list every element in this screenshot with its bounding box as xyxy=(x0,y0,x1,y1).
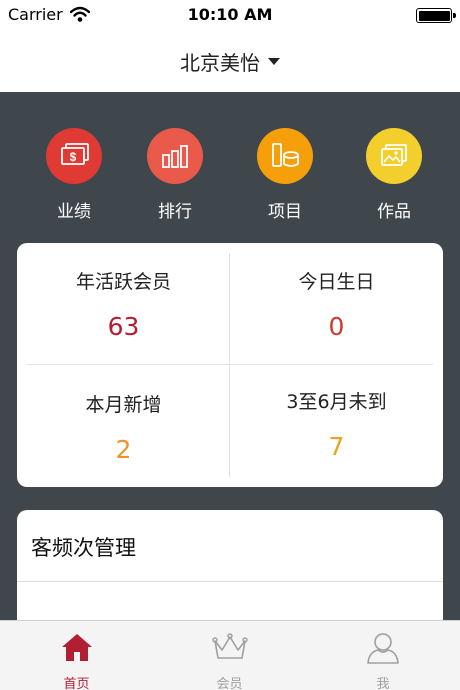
divider xyxy=(17,581,443,582)
wifi-icon xyxy=(69,6,91,26)
home-icon xyxy=(60,631,94,667)
stat-value: 7 xyxy=(328,432,345,461)
shortcut-label: 项目 xyxy=(268,202,302,222)
stat-label: 今日生日 xyxy=(298,271,375,293)
card-title: 客频次管理 xyxy=(31,536,136,560)
stat-value: 0 xyxy=(328,312,345,341)
svg-text:$: $ xyxy=(70,150,77,164)
stat-label: 本月新增 xyxy=(85,394,162,416)
shortcut-projects[interactable]: 项目 xyxy=(245,128,325,222)
stat-absent-3-6-months[interactable]: 3至6月未到 7 xyxy=(230,387,443,461)
cosmetics-icon xyxy=(257,128,313,184)
bar-chart-icon xyxy=(147,128,203,184)
status-time: 10:10 AM xyxy=(187,5,273,24)
money-icon: $ xyxy=(46,128,102,184)
tab-label: 会员 xyxy=(216,677,243,690)
tab-label: 首页 xyxy=(63,677,90,690)
shortcut-works[interactable]: 作品 xyxy=(354,128,434,222)
store-selector[interactable]: 北京美怡 xyxy=(180,47,280,76)
visit-frequency-card: 客频次管理 xyxy=(17,510,443,630)
shortcut-ranking[interactable]: 排行 xyxy=(135,128,215,222)
shortcut-label: 排行 xyxy=(158,202,192,222)
crown-icon xyxy=(211,631,249,667)
shortcut-row: $ 业绩 排行 项目 作品 xyxy=(0,128,460,223)
store-name: 北京美怡 xyxy=(180,50,260,75)
stat-value: 63 xyxy=(107,312,140,341)
stat-birthdays-today[interactable]: 今日生日 0 xyxy=(230,267,443,341)
status-bar: Carrier 10:10 AM xyxy=(0,0,460,30)
tab-members[interactable]: 会员 xyxy=(153,621,306,690)
shortcut-label: 业绩 xyxy=(57,202,91,222)
stat-active-members[interactable]: 年活跃会员 63 xyxy=(17,267,230,341)
user-icon xyxy=(366,631,400,669)
tab-me[interactable]: 我 xyxy=(306,621,460,690)
tab-label: 我 xyxy=(376,677,390,690)
gallery-icon xyxy=(366,128,422,184)
shortcut-label: 作品 xyxy=(377,202,411,222)
tab-home[interactable]: 首页 xyxy=(0,621,153,690)
tab-bar: 首页 会员 我 xyxy=(0,620,460,690)
divider xyxy=(27,364,433,365)
shortcut-performance[interactable]: $ 业绩 xyxy=(34,128,114,222)
stat-value: 2 xyxy=(115,435,132,464)
nav-bar: 北京美怡 xyxy=(0,30,460,92)
stat-new-this-month[interactable]: 本月新增 2 xyxy=(17,390,230,464)
battery-icon xyxy=(416,8,456,23)
stat-label: 年活跃会员 xyxy=(75,271,171,293)
member-stats-card: 年活跃会员 63 今日生日 0 本月新增 2 3至6月未到 7 xyxy=(17,243,443,487)
caret-down-icon xyxy=(268,57,280,65)
carrier-label: Carrier xyxy=(8,5,63,24)
stat-label: 3至6月未到 xyxy=(286,391,387,413)
